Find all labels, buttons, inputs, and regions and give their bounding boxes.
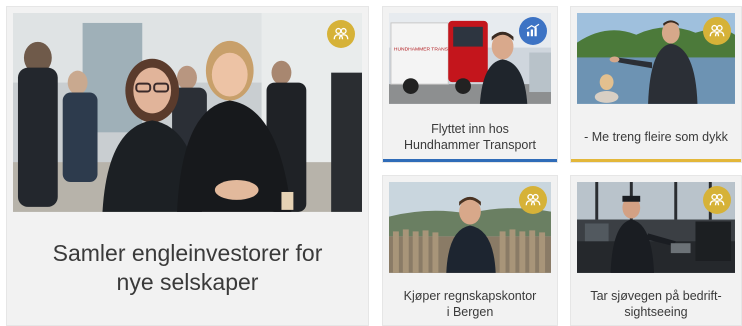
- article-title[interactable]: Flyttet inn hos Hundhammer Transport: [387, 121, 553, 153]
- article-photo: [577, 182, 735, 274]
- people-icon: [703, 17, 731, 45]
- article-card[interactable]: Tar sjøvegen på bedrift-sightseeing: [570, 175, 742, 326]
- article-card[interactable]: HUNDHAMMER TRANSPORT Flyttet inn hos Hun…: [382, 6, 558, 163]
- article-photo: [389, 182, 551, 274]
- article-title[interactable]: Samler engleinvestorer for nye selskaper: [11, 239, 364, 297]
- article-title[interactable]: Kjøper regnskapskontor i Bergen: [387, 288, 553, 320]
- article-card-feature[interactable]: Samler engleinvestorer for nye selskaper: [6, 6, 369, 326]
- card-underline: [571, 159, 741, 162]
- chart-icon: [519, 17, 547, 45]
- article-card[interactable]: - Me treng fleire som dykk: [570, 6, 742, 163]
- people-icon: [327, 20, 355, 48]
- article-photo: [13, 13, 362, 213]
- article-title[interactable]: Tar sjøvegen på bedrift-sightseeing: [575, 288, 737, 320]
- people-icon: [519, 186, 547, 214]
- people-icon: [703, 186, 731, 214]
- article-title[interactable]: - Me treng fleire som dykk: [575, 129, 737, 145]
- article-card[interactable]: Kjøper regnskapskontor i Bergen: [382, 175, 558, 326]
- card-underline: [383, 159, 557, 162]
- article-photo: HUNDHAMMER TRANSPORT: [389, 13, 551, 105]
- article-photo: [577, 13, 735, 105]
